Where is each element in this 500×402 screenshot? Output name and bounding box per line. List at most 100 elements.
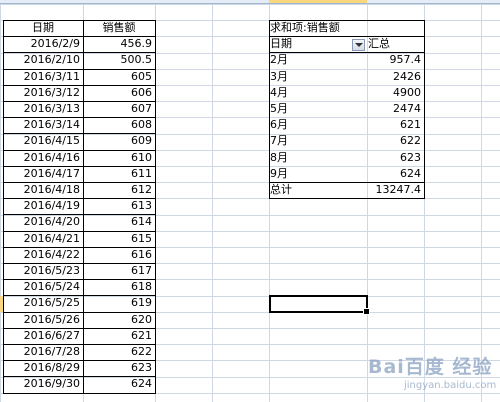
watermark-title: Bai百度 经验 xyxy=(368,356,493,378)
pivot-border xyxy=(269,20,270,199)
pivot-row-month[interactable]: 4月 xyxy=(269,85,367,101)
table-border xyxy=(3,247,156,248)
pivot-row-value[interactable]: 623 xyxy=(367,150,424,166)
pivot-row-month[interactable]: 5月 xyxy=(269,101,367,117)
pivot-row-value[interactable]: 957.4 xyxy=(367,52,424,68)
table-cell-date[interactable]: 2016/3/12 xyxy=(3,85,83,101)
pivot-border xyxy=(269,36,425,37)
table-cell-sales[interactable]: 611 xyxy=(83,166,155,182)
table-border xyxy=(3,69,156,70)
table-border xyxy=(3,376,156,377)
table-cell-sales[interactable]: 620 xyxy=(83,312,155,328)
table-border xyxy=(3,295,156,296)
table-cell-date[interactable]: 2016/4/19 xyxy=(3,198,83,214)
pivot-title[interactable]: 求和项:销售额 xyxy=(269,20,387,36)
table-border xyxy=(3,20,4,394)
header-date[interactable]: 日期 xyxy=(3,20,83,36)
table-cell-sales[interactable]: 605 xyxy=(83,69,155,85)
table-cell-date[interactable]: 2016/4/16 xyxy=(3,150,83,166)
table-cell-date[interactable]: 2016/5/24 xyxy=(3,279,83,295)
pivot-row-value[interactable]: 4900 xyxy=(367,85,424,101)
table-border xyxy=(3,150,156,151)
table-cell-date[interactable]: 2016/3/14 xyxy=(3,117,83,133)
pivot-border xyxy=(269,52,425,53)
table-cell-sales[interactable]: 615 xyxy=(83,231,155,247)
active-cell-selection[interactable] xyxy=(269,295,370,315)
table-cell-date[interactable]: 2016/6/27 xyxy=(3,328,83,344)
selected-column-header[interactable] xyxy=(269,0,367,3)
table-cell-date[interactable]: 2016/4/17 xyxy=(3,166,83,182)
table-cell-date[interactable]: 2016/5/23 xyxy=(3,263,83,279)
table-cell-date[interactable]: 2016/9/30 xyxy=(3,376,83,392)
pivot-total-label[interactable]: 总计 xyxy=(269,182,367,198)
table-cell-date[interactable]: 2016/5/25 xyxy=(3,295,83,311)
table-border xyxy=(3,117,156,118)
table-cell-sales[interactable]: 607 xyxy=(83,101,155,117)
table-border xyxy=(3,36,156,37)
pivot-row-month[interactable]: 6月 xyxy=(269,117,367,133)
table-cell-date[interactable]: 2016/4/20 xyxy=(3,214,83,230)
table-cell-sales[interactable]: 610 xyxy=(83,150,155,166)
table-cell-date[interactable]: 2016/5/26 xyxy=(3,312,83,328)
table-border xyxy=(3,393,156,394)
table-border xyxy=(3,360,156,361)
table-cell-date[interactable]: 2016/2/9 xyxy=(3,36,83,52)
column-header-strip[interactable] xyxy=(0,0,500,4)
table-border xyxy=(3,312,156,313)
table-cell-sales[interactable]: 614 xyxy=(83,214,155,230)
pivot-row-month[interactable]: 9月 xyxy=(269,166,367,182)
pivot-row-value[interactable]: 621 xyxy=(367,117,424,133)
table-cell-sales[interactable]: 500.5 xyxy=(83,52,155,68)
pivot-row-month[interactable]: 3月 xyxy=(269,69,367,85)
dropdown-arrow-icon[interactable] xyxy=(352,39,365,51)
table-cell-sales[interactable]: 456.9 xyxy=(83,36,155,52)
table-border xyxy=(3,182,156,183)
pivot-row-value[interactable]: 2474 xyxy=(367,101,424,117)
table-cell-sales[interactable]: 621 xyxy=(83,328,155,344)
fill-handle[interactable] xyxy=(363,308,370,315)
pivot-row-month[interactable]: 2月 xyxy=(269,52,367,68)
spreadsheet-grid[interactable]: 日期 销售额 2016/2/9 456.9 2016/2/10 500.5 2016/3/1… xyxy=(0,0,500,402)
table-cell-date[interactable]: 2016/3/11 xyxy=(3,69,83,85)
table-cell-sales[interactable]: 624 xyxy=(83,376,155,392)
table-border xyxy=(3,52,156,53)
table-cell-sales[interactable]: 609 xyxy=(83,133,155,149)
table-cell-sales[interactable]: 623 xyxy=(83,360,155,376)
table-cell-sales[interactable]: 612 xyxy=(83,182,155,198)
table-cell-sales[interactable]: 608 xyxy=(83,117,155,133)
header-sales[interactable]: 销售额 xyxy=(83,20,155,36)
table-cell-sales[interactable]: 617 xyxy=(83,263,155,279)
table-cell-date[interactable]: 2016/4/22 xyxy=(3,247,83,263)
table-cell-date[interactable]: 2016/4/18 xyxy=(3,182,83,198)
table-cell-sales[interactable]: 616 xyxy=(83,247,155,263)
table-border xyxy=(3,344,156,345)
table-cell-date[interactable]: 2016/2/10 xyxy=(3,52,83,68)
pivot-total-value[interactable]: 13247.4 xyxy=(367,182,424,198)
table-cell-date[interactable]: 2016/7/28 xyxy=(3,344,83,360)
baidu-jingyan-watermark: Bai百度 经验 jingyan.baidu.com xyxy=(368,352,498,400)
pivot-border xyxy=(424,20,425,199)
pivot-value-label[interactable]: 汇总 xyxy=(367,36,424,52)
table-cell-date[interactable]: 2016/3/13 xyxy=(3,101,83,117)
table-cell-date[interactable]: 2016/4/21 xyxy=(3,231,83,247)
table-border xyxy=(3,198,156,199)
table-border xyxy=(3,166,156,167)
table-cell-date[interactable]: 2016/4/15 xyxy=(3,133,83,149)
table-border xyxy=(3,279,156,280)
table-border xyxy=(3,101,156,102)
table-cell-sales[interactable]: 618 xyxy=(83,279,155,295)
table-border xyxy=(155,20,156,394)
pivot-row-month[interactable]: 7月 xyxy=(269,133,367,149)
pivot-row-value[interactable]: 624 xyxy=(367,166,424,182)
table-cell-sales[interactable]: 606 xyxy=(83,85,155,101)
pivot-border xyxy=(269,20,425,21)
pivot-row-month[interactable]: 8月 xyxy=(269,150,367,166)
table-cell-date[interactable]: 2016/8/29 xyxy=(3,360,83,376)
table-cell-sales[interactable]: 619 xyxy=(83,295,155,311)
table-border xyxy=(3,214,156,215)
table-cell-sales[interactable]: 613 xyxy=(83,198,155,214)
pivot-border xyxy=(269,198,425,199)
pivot-row-value[interactable]: 622 xyxy=(367,133,424,149)
pivot-row-value[interactable]: 2426 xyxy=(367,69,424,85)
table-cell-sales[interactable]: 622 xyxy=(83,344,155,360)
